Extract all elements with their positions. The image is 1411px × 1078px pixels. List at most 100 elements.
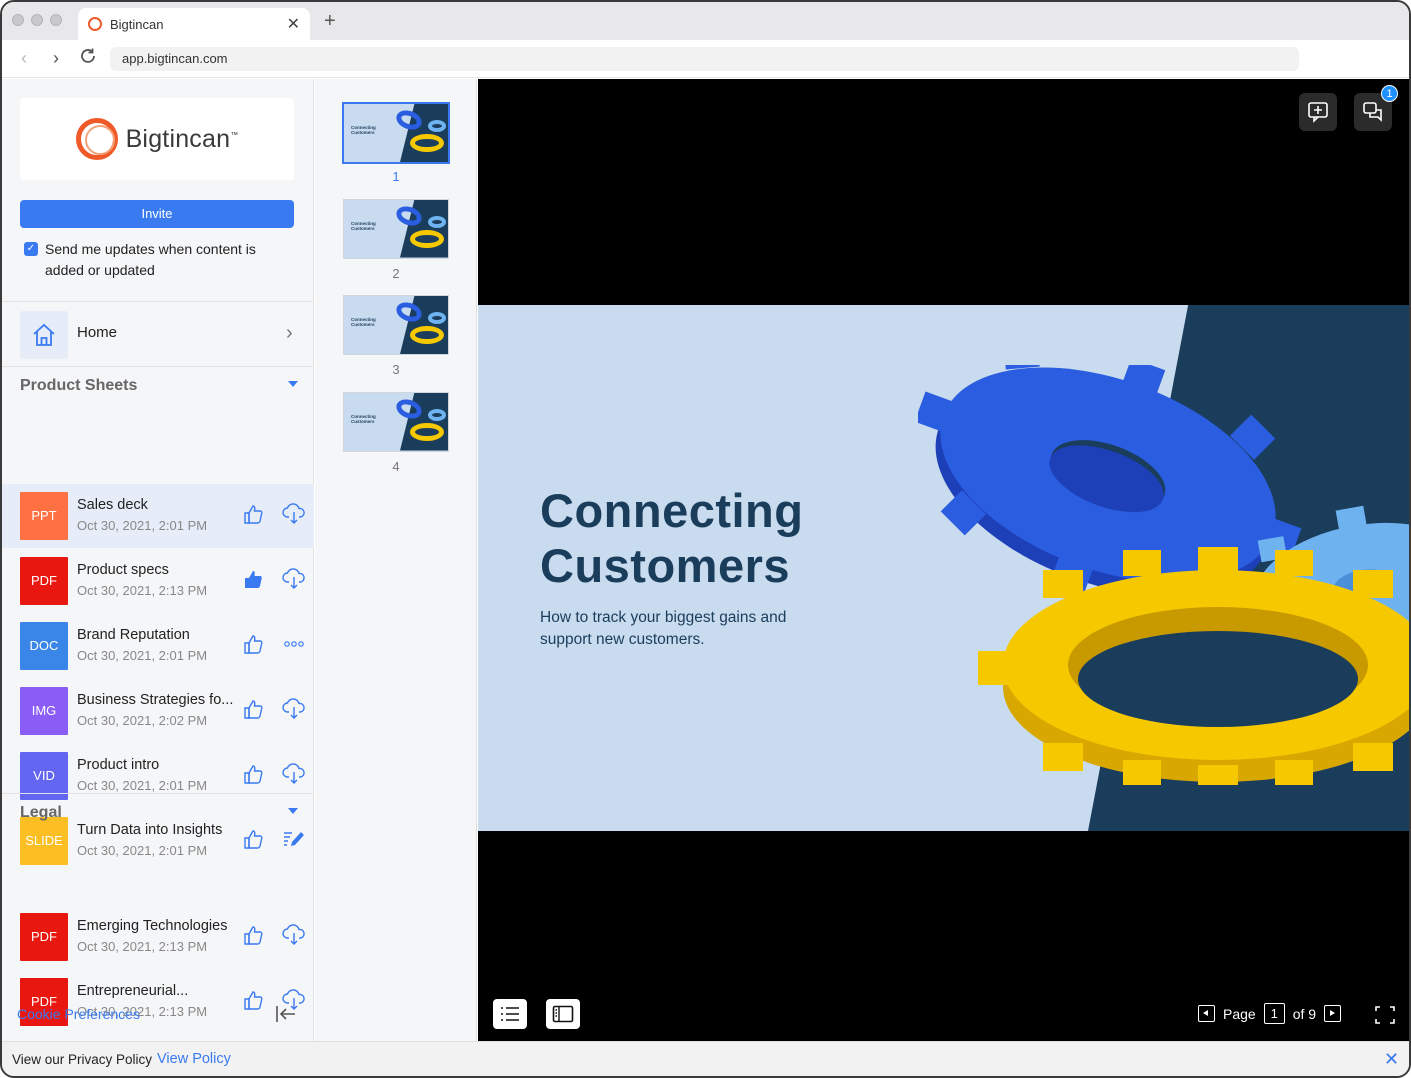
download-cloud-icon[interactable] [282, 924, 306, 946]
thumbs-up-icon[interactable] [242, 633, 264, 655]
thumbs-up-icon[interactable] [242, 989, 264, 1011]
slide-thumbnail[interactable]: Connecting Customers [343, 391, 449, 452]
browser-window: Bigtincan ✕ + ‹ › app.bigtincan.com Bigt… [0, 0, 1411, 1078]
add-comment-button[interactable] [1299, 93, 1337, 131]
url-field[interactable]: app.bigtincan.com [110, 47, 1299, 71]
thumbnail-caption: Connecting Customers [351, 317, 376, 327]
slide-thumbnail[interactable]: Connecting Customers [343, 198, 449, 259]
slide-canvas: Connecting Customers How to track your b… [478, 305, 1409, 831]
tab-title: Bigtincan [110, 16, 164, 32]
file-date: Oct 30, 2021, 2:13 PM [77, 583, 208, 598]
bigtincan-logo-icon [75, 118, 118, 160]
thumbnail-number: 2 [392, 265, 400, 281]
thumbs-up-icon[interactable] [242, 763, 264, 785]
file-row[interactable]: IMG Business Strategies fo... Oct 30, 2021… [2, 679, 314, 743]
minimize-window-button[interactable] [31, 14, 43, 26]
collapse-sidebar-icon[interactable] [274, 1004, 298, 1024]
tab-bar: Bigtincan ✕ + [2, 2, 1409, 40]
download-cloud-icon[interactable] [282, 698, 306, 720]
home-nav-item[interactable]: Home › [2, 302, 314, 366]
section-header-product-sheets[interactable]: Product Sheets [2, 367, 314, 407]
view-policy-link[interactable]: View Policy [157, 1051, 231, 1067]
file-type-badge: PPT [20, 492, 68, 540]
download-cloud-icon[interactable] [282, 763, 306, 785]
file-date: Oct 30, 2021, 2:01 PM [77, 648, 208, 663]
logo-card: Bigtincan™ [20, 98, 294, 180]
tab-close-icon[interactable]: ✕ [287, 14, 300, 34]
updates-checkbox[interactable]: ✓ [24, 242, 38, 256]
file-name: Brand Reputation [77, 627, 190, 643]
address-bar: ‹ › app.bigtincan.com [2, 40, 1409, 78]
reload-icon[interactable] [72, 47, 104, 70]
list-icon [501, 1007, 519, 1021]
file-row[interactable]: PDF Emerging Technologies Oct 30, 2021, 2:… [2, 905, 314, 969]
new-tab-button[interactable]: + [324, 10, 336, 33]
file-date: Oct 30, 2021, 2:02 PM [77, 713, 208, 728]
file-date: Oct 30, 2021, 2:01 PM [77, 843, 208, 858]
browser-tab[interactable]: Bigtincan ✕ [78, 8, 310, 40]
section-header-legal[interactable]: Legal [2, 794, 314, 834]
page-label: Page [1223, 1005, 1256, 1022]
slide-subtitle: How to track your biggest gains and supp… [540, 609, 787, 648]
logo-text: Bigtincan™ [125, 124, 239, 153]
file-type-badge: PDF [20, 913, 68, 961]
caret-down-icon [288, 381, 298, 387]
cookie-preferences-link[interactable]: Cookie Preferences [17, 1006, 140, 1022]
thumbs-up-filled-icon[interactable] [242, 568, 264, 590]
gears-illustration [918, 365, 1409, 785]
file-type-badge: IMG [20, 687, 68, 735]
sidebar-toggle-button[interactable] [546, 999, 580, 1029]
page-total: of 9 [1292, 1005, 1317, 1022]
download-cloud-icon[interactable] [282, 503, 306, 525]
thumbs-up-icon[interactable] [242, 698, 264, 720]
panel-icon [552, 1005, 574, 1023]
slide-thumbnail[interactable]: Connecting Customers [342, 102, 450, 164]
sidebar: Bigtincan™ Invite ✓ Send me updates when… [2, 79, 314, 1041]
file-row[interactable]: PDF Product specs Oct 30, 2021, 2:13 PM [2, 549, 314, 613]
add-comment-icon [1308, 102, 1328, 123]
file-row[interactable]: DOC Brand Reputation Oct 30, 2021, 2:01 PM [2, 614, 314, 678]
file-name: Business Strategies fo... [77, 692, 234, 708]
slide-thumbnails: Connecting Customers 1 Connecting Customer… [315, 79, 477, 1041]
close-banner-icon[interactable]: ✕ [1384, 1049, 1399, 1070]
comments-icon [1363, 102, 1382, 122]
invite-button[interactable]: Invite [20, 200, 294, 228]
page-number-input[interactable]: 1 [1263, 1003, 1285, 1024]
thumbnail-caption: Connecting Customers [351, 413, 376, 424]
thumbnail-caption: Connecting Customers [351, 125, 376, 135]
file-name: Sales deck [77, 497, 148, 513]
privacy-banner: View our Privacy Policy View Policy ✕ [2, 1041, 1409, 1076]
file-date: Oct 30, 2021, 2:01 PM [77, 518, 208, 533]
download-cloud-icon[interactable] [282, 568, 306, 590]
updates-option: ✓ Send me updates when content is added … [24, 239, 294, 281]
back-icon[interactable]: ‹ [8, 48, 40, 69]
file-row[interactable]: PDF Entrepreneurial... Oct 30, 2021, 2:13 … [2, 970, 314, 1034]
thumbnail-number: 1 [392, 169, 400, 184]
file-name: Product specs [77, 562, 169, 578]
thumbnail-number: 4 [392, 458, 400, 474]
prev-page-icon[interactable] [1198, 1005, 1215, 1022]
document-viewer: 1 Connecting Customers How to track your… [478, 79, 1409, 1041]
pager: Page 1 of 9 [1198, 1003, 1342, 1024]
next-page-icon[interactable] [1324, 1005, 1342, 1022]
list-view-button[interactable] [493, 999, 527, 1029]
home-icon [20, 311, 68, 359]
window-controls [12, 14, 62, 26]
caret-down-icon [288, 808, 298, 814]
forward-icon[interactable]: › [40, 48, 72, 69]
file-type-badge: PDF [20, 557, 68, 605]
fullscreen-icon[interactable] [1375, 1006, 1395, 1029]
updates-label: Send me updates when content is added or… [45, 241, 256, 278]
thumbs-up-icon[interactable] [242, 503, 264, 525]
close-window-button[interactable] [12, 14, 24, 26]
file-date: Oct 30, 2021, 2:01 PM [77, 778, 208, 793]
more-options-icon[interactable] [282, 633, 306, 655]
file-row[interactable]: PPT Sales deck Oct 30, 2021, 2:01 PM [2, 484, 314, 548]
thumbs-up-icon[interactable] [242, 924, 264, 946]
file-name: Entrepreneurial... [77, 983, 189, 999]
bigtincan-favicon-icon [88, 17, 102, 31]
zoom-window-button[interactable] [50, 14, 62, 26]
privacy-text: View our Privacy Policy [12, 1052, 153, 1067]
comments-button[interactable]: 1 [1354, 85, 1398, 131]
slide-thumbnail[interactable]: Connecting Customers [343, 295, 449, 355]
